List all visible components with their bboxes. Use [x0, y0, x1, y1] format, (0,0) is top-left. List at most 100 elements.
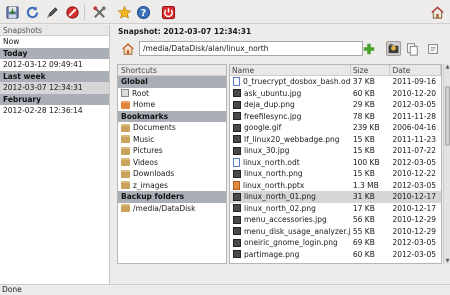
- file-row[interactable]: partimage.png 60 KB 2012-03-05: [230, 249, 441, 261]
- snapshot-group-february: February: [0, 93, 109, 105]
- help-icon[interactable]: ?: [134, 3, 152, 21]
- scroll-down-icon[interactable]: ▼: [444, 258, 450, 264]
- file-size-cell: 15 KB: [352, 169, 375, 178]
- snapshot-item[interactable]: 2012-02-28 12:36:14: [0, 105, 109, 117]
- file-row[interactable]: deja_dup.png 29 KB 2012-03-05: [230, 99, 441, 111]
- show-hidden-toggle[interactable]: [386, 41, 401, 56]
- shortcut-group-backup: Backup folders: [118, 191, 226, 203]
- file-row[interactable]: linux_north.pptx 1.3 MB 2012-03-05: [230, 180, 441, 192]
- file-name: linux_north_02.png: [244, 203, 316, 213]
- file-row[interactable]: menu_accessories.jpg 56 KB 2010-12-29: [230, 214, 441, 226]
- file-name-cell: oneiric_gnome_login.png: [230, 237, 351, 249]
- file-size-cell: 100 KB: [352, 157, 380, 167]
- svg-text:?: ?: [140, 7, 145, 18]
- shortcut-downloads[interactable]: Downloads: [118, 168, 226, 180]
- settings-icon[interactable]: [425, 41, 440, 56]
- snapshot-group-today: Today: [0, 47, 109, 59]
- add-icon[interactable]: [361, 41, 376, 56]
- power-icon[interactable]: [159, 3, 177, 21]
- shortcut-group-global: Global: [118, 76, 226, 88]
- file-row[interactable]: linux_north_01.png 31 KB 2010-12-17: [230, 191, 441, 203]
- file-size-cell: 15 KB: [352, 146, 375, 155]
- home-folder-icon: [121, 100, 130, 109]
- drive-icon: [121, 89, 129, 98]
- file-date-cell: 2006-04-16: [392, 123, 437, 132]
- file-row[interactable]: menu_disk_usage_analyzer.jpg 55 KB 2010-12…: [230, 226, 441, 238]
- file-row[interactable]: lf_linux20_webbadge.png 15 KB 2011-11-23: [230, 134, 441, 146]
- file-row[interactable]: 0_truecrypt_dosbox_bash.odt 37 KB 2011-09-…: [230, 76, 441, 88]
- image-file-icon: [233, 204, 241, 213]
- file-date-cell: 2011-09-16: [392, 77, 437, 86]
- file-size-cell: 239 KB: [352, 123, 380, 132]
- file-row[interactable]: google.gif 239 KB 2006-04-16: [230, 122, 441, 134]
- file-row[interactable]: linux_30.jpg 15 KB 2011-07-22: [230, 145, 441, 157]
- column-date[interactable]: Date: [390, 65, 441, 75]
- file-list-scrollbar[interactable]: ▲ ▼: [443, 64, 450, 264]
- scroll-up-icon[interactable]: ▲: [444, 64, 450, 70]
- file-row[interactable]: linux_north_02.png 17 KB 2010-12-17: [230, 203, 441, 215]
- refresh-icon[interactable]: [23, 3, 41, 21]
- file-date-cell: 2010-12-29: [392, 215, 437, 224]
- file-name-cell: deja_dup.png: [230, 99, 351, 111]
- file-list: Name Size Date 0_truecrypt_dosbox_bash.o…: [229, 64, 442, 264]
- folder-icon: [121, 135, 130, 144]
- image-file-icon: [233, 227, 241, 236]
- file-name-cell: linux_30.jpg: [230, 145, 351, 157]
- column-size[interactable]: Size: [351, 65, 391, 75]
- file-size-cell: 56 KB: [352, 215, 375, 224]
- toolbar-separator: [84, 4, 85, 20]
- document-file-icon: [233, 157, 240, 167]
- folder-icon: [121, 181, 130, 190]
- star-icon[interactable]: [115, 3, 133, 21]
- shortcut-pictures[interactable]: Pictures: [118, 145, 226, 157]
- file-date-cell: 2012-03-05: [392, 249, 437, 259]
- image-file-icon: [233, 238, 241, 247]
- file-name-cell: menu_disk_usage_analyzer.jpg: [230, 226, 351, 238]
- shortcut-documents[interactable]: Documents: [118, 122, 226, 134]
- image-file-icon: [233, 89, 241, 98]
- tools-icon[interactable]: [90, 3, 108, 21]
- copy-icon[interactable]: [404, 41, 419, 56]
- toolbar: ?: [0, 0, 450, 24]
- scroll-thumb[interactable]: [445, 86, 450, 146]
- file-name-cell: linux_north_02.png: [230, 203, 351, 215]
- file-row[interactable]: linux_north.png 15 KB 2010-12-22: [230, 168, 441, 180]
- file-size-cell: 37 KB: [352, 77, 375, 86]
- file-row[interactable]: linux_north.odt 100 KB 2012-03-05: [230, 157, 441, 169]
- file-row[interactable]: ask_ubuntu.jpg 60 KB 2010-12-20: [230, 88, 441, 100]
- snapshot-now[interactable]: Now: [0, 36, 109, 48]
- file-row[interactable]: oneiric_gnome_login.png 69 KB 2012-03-05: [230, 237, 441, 249]
- save-icon[interactable]: [3, 3, 21, 21]
- snapshot-item-selected[interactable]: 2012-03-07 12:34:31: [0, 82, 109, 94]
- shortcut-music[interactable]: Music: [118, 134, 226, 146]
- file-name-cell: linux_north.png: [230, 168, 351, 180]
- shortcut-z-images[interactable]: z_images: [118, 180, 226, 192]
- file-row[interactable]: freefilesync.jpg 78 KB 2011-11-28: [230, 111, 441, 123]
- path-input[interactable]: [139, 41, 363, 56]
- snapshot-group-last-week: Last week: [0, 70, 109, 82]
- file-size-cell: 60 KB: [352, 88, 375, 98]
- column-name[interactable]: Name: [230, 65, 351, 75]
- edit-icon[interactable]: [43, 3, 61, 21]
- file-name-cell: linux_north.odt: [230, 157, 351, 169]
- file-name-cell: google.gif: [230, 122, 351, 134]
- file-size-cell: 29 KB: [352, 100, 375, 109]
- shortcut-home[interactable]: Home: [118, 99, 226, 111]
- shortcut-root[interactable]: Root: [118, 88, 226, 100]
- snapshot-item[interactable]: 2012-03-12 09:49:41: [0, 59, 109, 71]
- folder-icon: [121, 146, 130, 155]
- home-folder-icon[interactable]: [121, 42, 135, 56]
- file-name-cell: partimage.png: [230, 249, 351, 261]
- file-size-cell: 55 KB: [352, 226, 375, 236]
- shortcut-videos[interactable]: Videos: [118, 157, 226, 169]
- file-name: partimage.png: [244, 249, 300, 259]
- image-file-icon: [233, 135, 241, 144]
- presentation-file-icon: [233, 180, 240, 190]
- home-icon[interactable]: [428, 3, 446, 21]
- file-date-cell: 2011-11-28: [392, 111, 437, 121]
- shortcut-backup-folder[interactable]: /media/DataDisk: [118, 203, 226, 215]
- stop-icon[interactable]: [63, 3, 81, 21]
- snapshots-header: Snapshots: [0, 25, 109, 36]
- file-date-cell: 2012-03-05: [392, 157, 437, 167]
- snapshot-title: Snapshot: 2012-03-07 12:34:31: [118, 27, 252, 36]
